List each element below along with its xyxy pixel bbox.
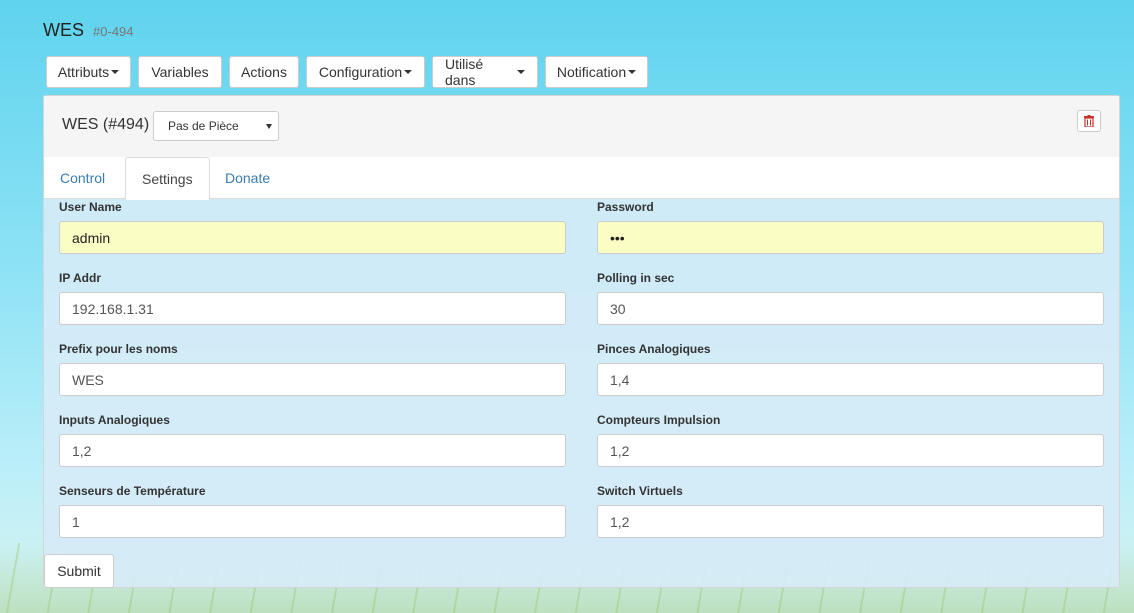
user-name-field[interactable] <box>59 221 566 254</box>
switch-field[interactable] <box>597 505 1104 538</box>
panel-header: WES (#494) Pas de Pièce <box>44 96 1119 158</box>
compteurs-label: Compteurs Impulsion <box>597 413 721 427</box>
switch-label: Switch Virtuels <box>597 484 683 498</box>
polling-label: Polling in sec <box>597 271 675 285</box>
page-title-text: WES <box>43 20 85 40</box>
pinces-field[interactable] <box>597 363 1104 396</box>
room-select-value: Pas de Pièce <box>168 119 239 133</box>
polling-field[interactable] <box>597 292 1104 325</box>
submit-button[interactable]: Submit <box>44 554 114 588</box>
tab-settings-label: Settings <box>142 170 193 187</box>
variables-label: Variables <box>151 64 209 80</box>
tab-settings[interactable]: Settings <box>125 157 210 200</box>
actions-button[interactable]: Actions <box>229 56 299 88</box>
tab-donate-label: Donate <box>225 170 271 186</box>
senseurs-field[interactable] <box>59 505 566 538</box>
variables-button[interactable]: Variables <box>138 56 222 88</box>
inputs-field[interactable] <box>59 434 566 467</box>
password-label: Password <box>597 200 654 214</box>
ip-addr-label: IP Addr <box>59 271 102 285</box>
prefix-label: Prefix pour les noms <box>59 342 178 356</box>
inputs-label: Inputs Analogiques <box>59 413 170 427</box>
tab-donate[interactable]: Donate <box>209 157 286 199</box>
actions-label: Actions <box>241 64 287 80</box>
configuration-button[interactable]: Configuration <box>306 56 425 88</box>
prefix-field[interactable] <box>59 363 566 396</box>
utilise-dans-label: Utilisé dans <box>445 56 484 88</box>
pinces-label: Pinces Analogiques <box>597 342 711 356</box>
password-field[interactable] <box>597 221 1104 254</box>
page-title: WES #0-494 <box>43 20 134 41</box>
caret-down-icon <box>628 70 637 74</box>
attributs-label: Attributs <box>57 64 110 80</box>
utilise-dans-button[interactable]: Utilisé dans <box>432 56 538 88</box>
notification-label: Notification <box>556 64 627 80</box>
tab-control[interactable]: Control <box>44 157 121 199</box>
caret-down-icon <box>404 70 413 74</box>
attributs-button[interactable]: Attributs <box>46 56 131 88</box>
tab-control-label: Control <box>60 170 106 186</box>
caret-down-icon <box>517 70 525 74</box>
ip-addr-field[interactable] <box>59 292 566 325</box>
notification-button[interactable]: Notification <box>545 56 648 88</box>
user-name-label: User Name <box>59 200 122 214</box>
caret-down-icon <box>111 70 120 74</box>
room-select[interactable]: Pas de Pièce <box>153 111 279 141</box>
trash-icon <box>1084 115 1094 127</box>
compteurs-field[interactable] <box>597 434 1104 467</box>
equipment-name: WES (#494) <box>62 116 150 133</box>
tab-bar: Control Settings Donate <box>44 157 1119 200</box>
senseurs-label: Senseurs de Température <box>59 484 206 498</box>
page-title-id: #0-494 <box>93 24 134 39</box>
configuration-label: Configuration <box>318 64 403 80</box>
equipment-panel: WES (#494) Pas de Pièce Control Settings… <box>43 95 1120 588</box>
chevron-down-icon <box>266 124 272 129</box>
delete-button[interactable] <box>1077 110 1101 132</box>
